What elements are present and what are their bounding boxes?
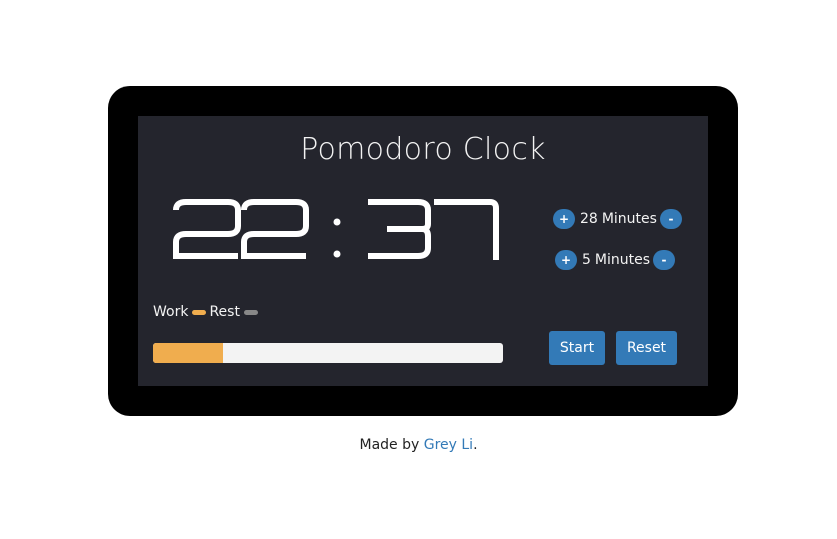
rest-increase-button[interactable]: + xyxy=(555,250,577,270)
timer-digits xyxy=(173,199,499,260)
rest-decrease-button[interactable]: - xyxy=(653,250,676,270)
progress-fill xyxy=(153,343,223,363)
rest-duration-unit: Minutes xyxy=(594,252,651,268)
clock-panel: Pomodoro Clock + 28 Minutes - + 5 Minute… xyxy=(138,116,708,386)
timer-display xyxy=(172,196,532,286)
work-decrease-button[interactable]: - xyxy=(659,209,682,229)
work-duration-setting: + 28 Minutes - xyxy=(553,209,682,229)
work-duration-unit: Minutes xyxy=(601,211,657,227)
legend-rest-swatch xyxy=(243,309,258,315)
app-title: Pomodoro Clock xyxy=(300,132,546,167)
rest-duration-value: 5 xyxy=(582,252,591,268)
legend-work-swatch xyxy=(192,309,207,315)
reset-button[interactable]: Reset xyxy=(616,331,677,365)
digit-2a xyxy=(173,199,241,259)
digit-7 xyxy=(434,199,499,260)
work-duration-value: 28 xyxy=(580,211,598,227)
footer-prefix: Made by xyxy=(359,437,424,453)
phase-legend: Work Rest xyxy=(153,304,261,320)
legend-work-label: Work xyxy=(153,304,189,320)
work-increase-button[interactable]: + xyxy=(553,209,575,229)
digit-3 xyxy=(368,199,431,259)
colon-dot-bottom xyxy=(333,250,341,258)
footer-credit: Made by Grey Li. xyxy=(0,437,837,453)
rest-duration-text: 5 Minutes xyxy=(582,252,650,268)
colon-dot-top xyxy=(333,218,341,226)
legend-rest-label: Rest xyxy=(209,304,240,320)
footer-suffix: . xyxy=(473,437,478,453)
author-link[interactable]: Grey Li xyxy=(424,437,473,453)
work-duration-text: 28 Minutes xyxy=(580,211,657,227)
start-button[interactable]: Start xyxy=(549,331,605,365)
digit-2b xyxy=(241,199,309,259)
progress-bar xyxy=(153,343,503,363)
app-frame: Pomodoro Clock + 28 Minutes - + 5 Minute… xyxy=(108,86,738,416)
rest-duration-setting: + 5 Minutes - xyxy=(555,250,676,270)
